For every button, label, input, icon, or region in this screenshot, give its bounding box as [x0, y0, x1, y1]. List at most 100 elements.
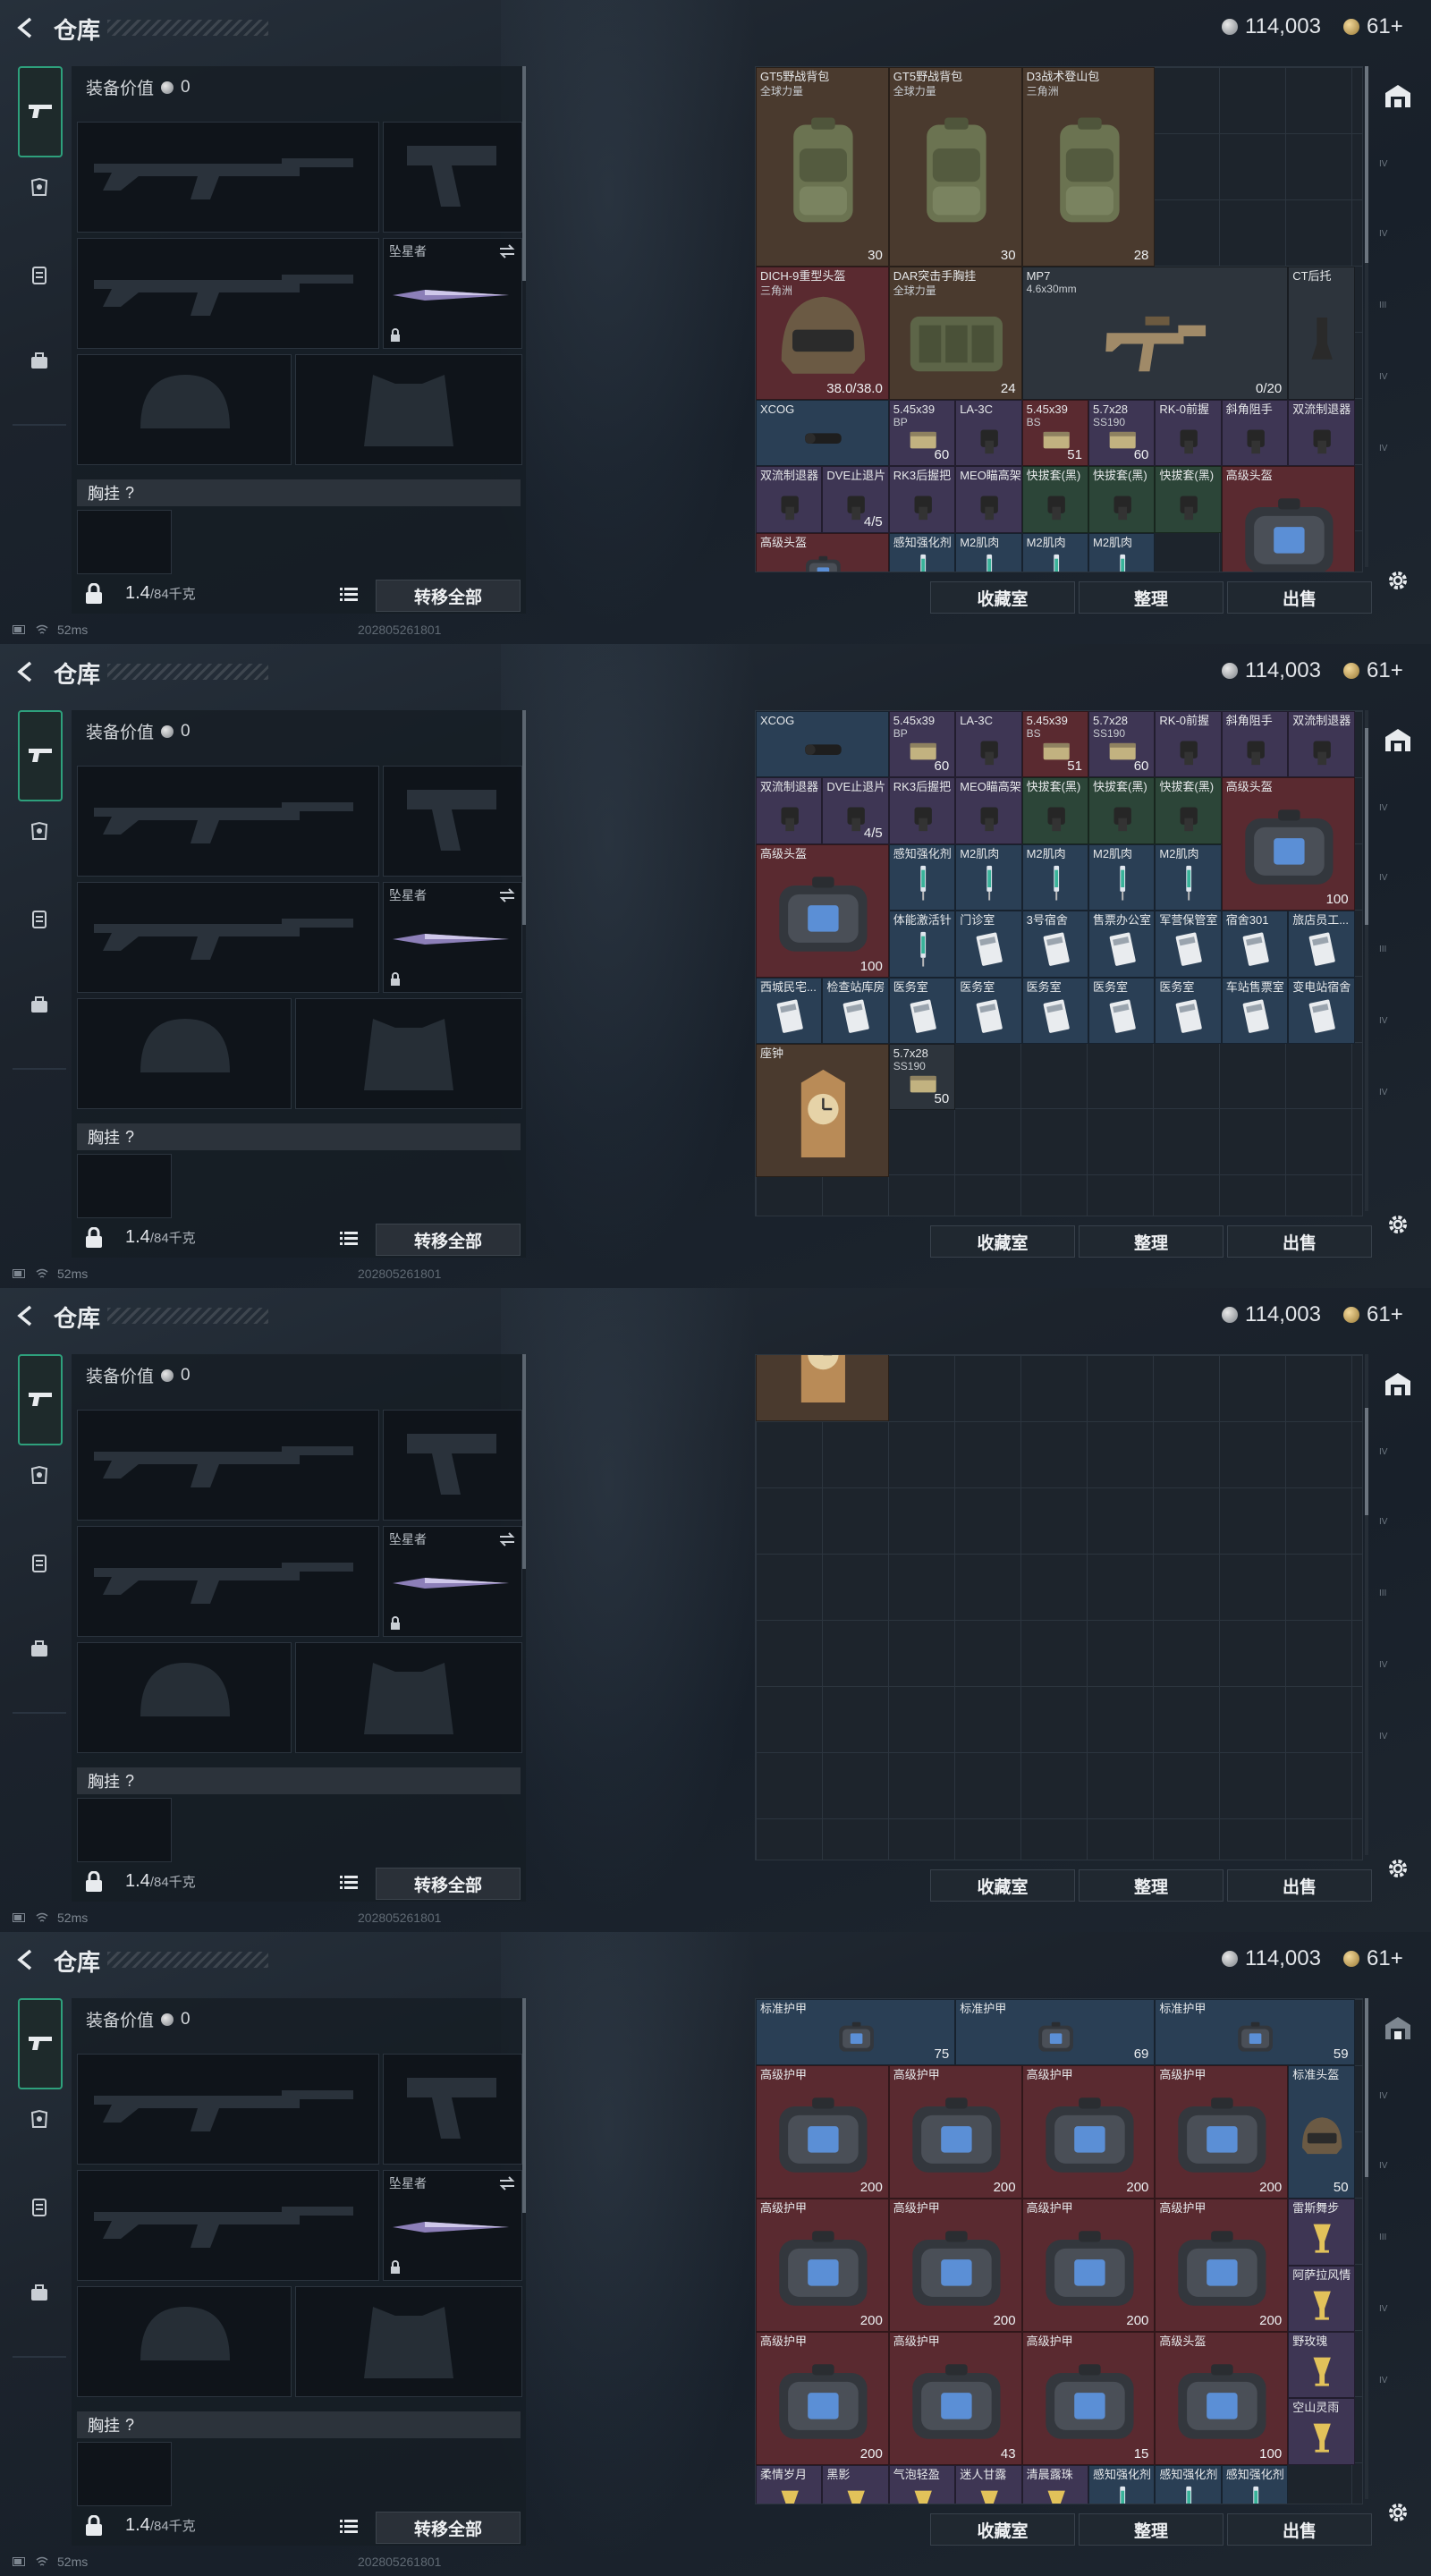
rail-tag[interactable]: III — [1379, 945, 1418, 971]
stash-item[interactable]: DICH-9重型头盔 三角洲 38.0/38.0 — [756, 267, 889, 400]
stash-scrollbar-thumb[interactable] — [1365, 1408, 1368, 1515]
equipment-scrollbar[interactable] — [522, 66, 526, 281]
transfer-all-button[interactable]: 转移全部 — [376, 1224, 521, 1256]
stash-item[interactable]: 医务室 — [1021, 977, 1088, 1044]
rail-tag[interactable]: IV — [1379, 2304, 1418, 2331]
stash-item[interactable]: RK3后握把 — [888, 466, 956, 533]
transfer-all-button[interactable]: 转移全部 — [376, 2512, 521, 2544]
equipment-scrollbar[interactable] — [522, 1998, 526, 2213]
stash-grid[interactable]: GT5野战背包 全球力量 30 GT5野战背包 全球力量 30 D3战术登山包 三角洲 28 DI… — [755, 66, 1363, 572]
stash-item[interactable]: 高级护甲 43 — [888, 2332, 1022, 2465]
pistol-slot[interactable] — [383, 1410, 522, 1521]
stash-item[interactable]: 快拔套(黑) — [1088, 466, 1156, 533]
tab-weapons[interactable] — [18, 710, 63, 801]
armor-slot[interactable] — [295, 1642, 522, 1753]
stash-item[interactable]: 阿萨拉风情 — [1288, 2265, 1355, 2332]
tab-weapons[interactable] — [18, 66, 63, 157]
stash-item[interactable]: DVE止退片 4/5 — [822, 466, 889, 533]
stash-item[interactable]: RK-0前握 — [1155, 711, 1222, 778]
stash-scrollbar-thumb[interactable] — [1365, 66, 1368, 263]
armor-slot[interactable] — [295, 998, 522, 1109]
primary-weapon-slot[interactable] — [77, 766, 379, 877]
stash-item[interactable]: 西城民宅... — [756, 977, 823, 1044]
rail-tag[interactable]: IV — [1379, 372, 1418, 399]
settings-gear-icon[interactable] — [1381, 1852, 1415, 1885]
back-arrow-icon[interactable] — [14, 1304, 38, 1327]
stash-item[interactable]: 双流制退器 — [1288, 711, 1355, 778]
stash-item[interactable]: MEO瞄高架 — [955, 777, 1022, 844]
transfer-all-button[interactable]: 转移全部 — [376, 580, 521, 612]
stash-item[interactable]: 宿舍301 — [1221, 911, 1289, 978]
vault-button[interactable]: 收藏室 — [930, 2513, 1075, 2546]
stash-item[interactable]: M2肌肉 — [955, 532, 1022, 572]
list-icon[interactable] — [340, 1231, 358, 1247]
stash-item[interactable]: 变电站宿舍 — [1288, 977, 1355, 1044]
stash-item[interactable]: 高级头盔 — [1221, 466, 1355, 572]
warehouse-icon[interactable] — [1381, 1367, 1415, 1401]
back-arrow-icon[interactable] — [14, 16, 38, 39]
stash-grid[interactable]: 标准护甲 75 标准护甲 69 标准护甲 59 高级护甲 200 高级护甲 200 高级护甲 200 高… — [755, 1998, 1363, 2504]
stash-item[interactable]: 黑影 — [822, 2464, 889, 2504]
tab-rig[interactable] — [20, 1544, 59, 1583]
tab-weapons[interactable] — [18, 1998, 63, 2089]
rail-tag[interactable]: IV — [1379, 1447, 1418, 1474]
rail-tag[interactable]: IV — [1379, 444, 1418, 470]
stash-item[interactable]: 标准护甲 59 — [1155, 1999, 1355, 2066]
stash-item[interactable]: 售票办公室 — [1088, 911, 1156, 978]
stash-item[interactable]: 高级护甲 200 — [1155, 2199, 1289, 2332]
stash-item[interactable]: 医务室 — [1155, 977, 1222, 1044]
help-icon[interactable]: ? — [125, 1128, 134, 1147]
stash-item[interactable]: 5.45x39 BS 51 — [1021, 400, 1088, 467]
chest-rig-slot[interactable] — [77, 1798, 172, 1862]
stash-item[interactable]: 军营保管室 — [1155, 911, 1222, 978]
rail-tag[interactable]: IV — [1379, 873, 1418, 900]
pistol-slot[interactable] — [383, 2054, 522, 2165]
stash-item[interactable]: 迷人甘露 — [955, 2464, 1022, 2504]
warehouse-icon[interactable] — [1381, 2011, 1415, 2045]
stash-scrollbar-thumb[interactable] — [1365, 728, 1368, 925]
tab-rig[interactable] — [20, 2188, 59, 2227]
stash-item[interactable]: DAR突击手胸挂 全球力量 24 — [888, 267, 1022, 400]
secondary-weapon-slot[interactable] — [77, 882, 379, 993]
help-icon[interactable]: ? — [125, 484, 134, 503]
stash-item[interactable]: GT5野战背包 全球力量 30 — [756, 67, 889, 267]
warehouse-icon[interactable] — [1381, 723, 1415, 757]
stash-item[interactable]: 高级护甲 200 — [1021, 2065, 1156, 2199]
rail-tag[interactable]: IV — [1379, 229, 1418, 256]
rail-tag[interactable]: III — [1379, 301, 1418, 327]
vault-button[interactable]: 收藏室 — [930, 581, 1075, 614]
stash-item[interactable]: 高级护甲 15 — [1021, 2332, 1156, 2465]
pistol-slot[interactable] — [383, 766, 522, 877]
stash-item[interactable]: 高级头盔 — [756, 532, 889, 572]
tab-backpack[interactable] — [20, 342, 59, 381]
sell-button[interactable]: 出售 — [1227, 1225, 1372, 1258]
stash-item[interactable]: M2肌肉 — [955, 843, 1022, 911]
stash-item[interactable]: 快拔套(黑) — [1021, 777, 1088, 844]
stash-item[interactable]: 标准护甲 69 — [955, 1999, 1156, 2066]
equipment-scrollbar[interactable] — [522, 1354, 526, 1569]
stash-item[interactable]: 标准头盔 50 — [1288, 2065, 1355, 2199]
stash-item[interactable]: RK-0前握 — [1155, 400, 1222, 467]
stash-item[interactable]: 斜角阻手 — [1221, 400, 1289, 467]
secondary-weapon-slot[interactable] — [77, 2170, 379, 2281]
stash-item[interactable]: 感知强化剂 — [1155, 2464, 1222, 2504]
stash-item[interactable]: 5.7x28 SS190 60 — [1088, 400, 1156, 467]
sort-button[interactable]: 整理 — [1079, 1225, 1224, 1258]
sell-button[interactable]: 出售 — [1227, 1869, 1372, 1902]
stash-item[interactable]: 野玫瑰 — [1288, 2332, 1355, 2399]
stash-item[interactable]: 双流制退器 — [756, 466, 823, 533]
stash-item[interactable]: 清晨露珠 — [1021, 2464, 1088, 2504]
stash-item[interactable]: XCOG — [756, 711, 889, 778]
rail-tag[interactable]: IV — [1379, 1732, 1418, 1758]
melee-slot[interactable]: 坠星者 — [383, 1526, 522, 1637]
rail-tag[interactable]: III — [1379, 2233, 1418, 2259]
stash-item[interactable]: 旅店员工... — [1288, 911, 1355, 978]
primary-weapon-slot[interactable] — [77, 1410, 379, 1521]
rail-tag[interactable]: IV — [1379, 2161, 1418, 2188]
stash-item[interactable]: M2肌肉 — [1021, 532, 1088, 572]
stash-item[interactable]: M2肌肉 — [1088, 532, 1156, 572]
stash-item[interactable]: 5.7x28 SS190 60 — [1088, 711, 1156, 778]
stash-item[interactable]: 5.45x39 BS 51 — [1021, 711, 1088, 778]
settings-gear-icon[interactable] — [1381, 564, 1415, 597]
gold-balance[interactable]: 61+ — [1343, 658, 1403, 683]
